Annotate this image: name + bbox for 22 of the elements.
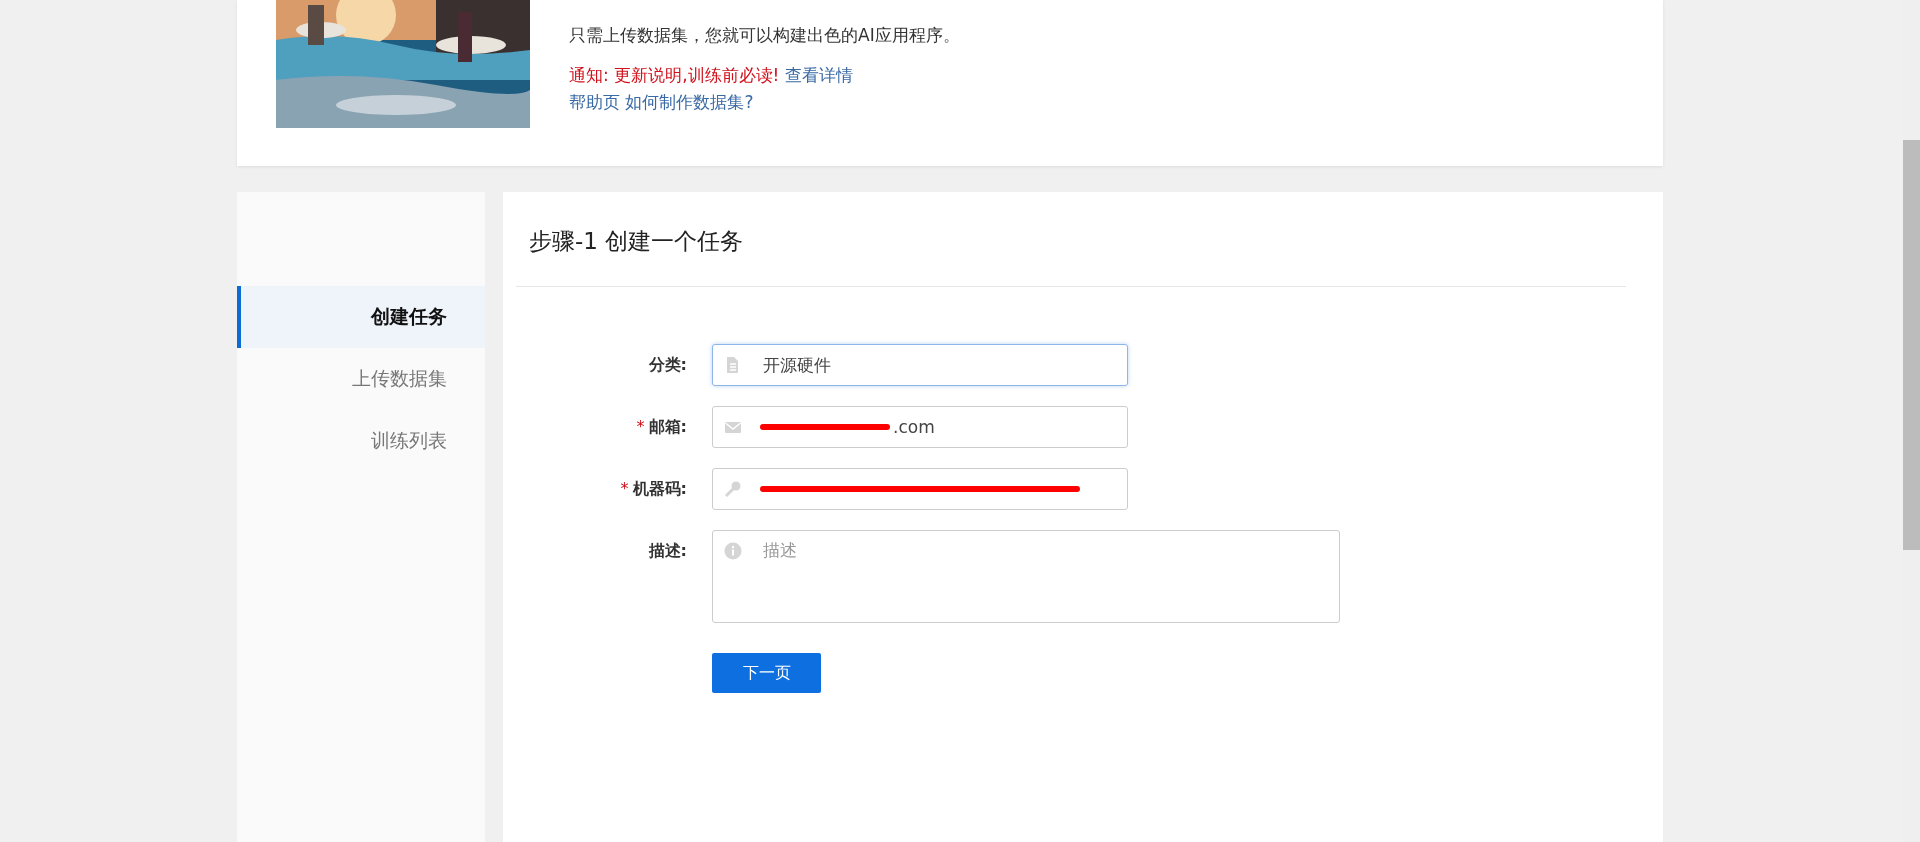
sidebar-item[interactable]: 创建任务: [237, 286, 485, 348]
step-title: 步骤-1 创建一个任务: [529, 228, 744, 254]
description-field[interactable]: 描述: [712, 530, 1340, 623]
notice-text: 通知: 更新说明,训练前必读!: [569, 65, 780, 86]
field-label: 描述:: [648, 540, 687, 562]
required-mark: *: [636, 416, 645, 438]
sidebar-item[interactable]: 上传数据集: [237, 348, 485, 410]
next-button[interactable]: 下一页: [712, 653, 821, 693]
input-field[interactable]: 开源硬件: [712, 344, 1128, 386]
required-mark: *: [620, 478, 629, 500]
field-label: 邮箱:: [648, 416, 687, 438]
sidebar-item[interactable]: 训练列表: [237, 410, 485, 472]
key-icon: [724, 480, 742, 498]
info-icon: [724, 542, 742, 560]
details-link[interactable]: 查看详情: [784, 65, 853, 86]
help-link[interactable]: 帮助页: [569, 91, 620, 112]
dataset-guide-link[interactable]: 如何制作数据集?: [625, 91, 754, 112]
field-label: 分类:: [648, 354, 687, 376]
field-label: 机器码:: [632, 478, 687, 500]
input-field[interactable]: .com: [712, 406, 1128, 448]
intro-text: 只需上传数据集，您就可以构建出色的AI应用程序。: [569, 24, 960, 47]
scrollbar-thumb[interactable]: [1903, 140, 1920, 550]
